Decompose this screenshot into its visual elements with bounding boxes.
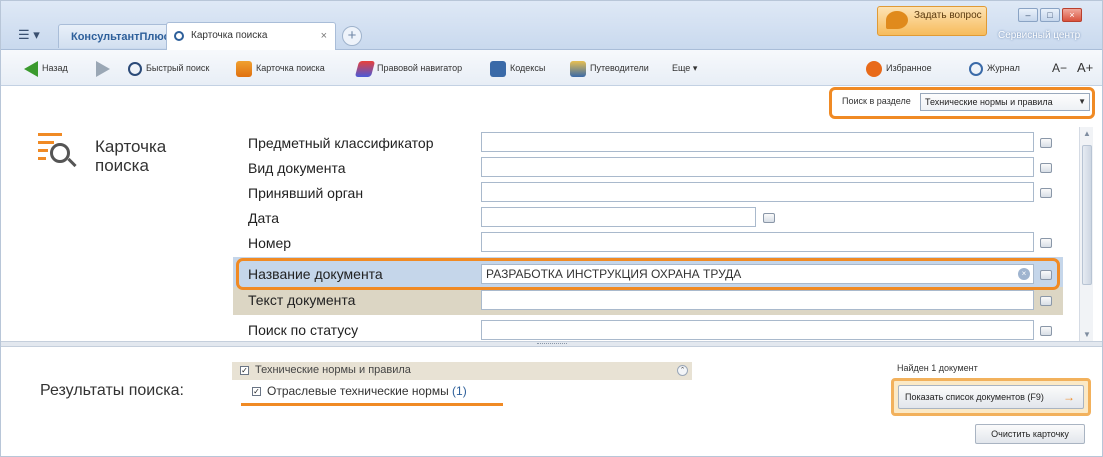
search-section-select[interactable]: Технические нормы и правила ▼ bbox=[920, 93, 1090, 111]
scroll-up-icon[interactable]: ▲ bbox=[1083, 129, 1091, 138]
signpost-icon bbox=[570, 60, 586, 77]
subgroup-count: (1) bbox=[452, 384, 467, 398]
date-picker-icon[interactable] bbox=[763, 213, 775, 223]
doc-type-picker-icon[interactable] bbox=[1040, 163, 1052, 173]
toolbar: Назад Быстрый поиск Карточка поиска Прав… bbox=[0, 50, 1103, 86]
search-card-panel: Поиск в разделе Технические нормы и прав… bbox=[0, 87, 1103, 347]
pane-splitter[interactable] bbox=[0, 341, 1103, 347]
minimize-button[interactable]: – bbox=[1018, 8, 1038, 22]
magnifier-icon bbox=[128, 61, 142, 76]
collapse-group-icon[interactable]: ⌃ bbox=[677, 365, 688, 376]
guides-label: Путеводители bbox=[590, 63, 649, 73]
search-section-label: Поиск в разделе bbox=[842, 96, 911, 106]
back-label: Назад bbox=[42, 63, 68, 73]
results-subgroup-row[interactable]: ✓ Отраслевые технические нормы (1) bbox=[252, 384, 467, 398]
field-label-authority: Принявший орган bbox=[248, 185, 364, 201]
font-larger-button[interactable]: A+ bbox=[1077, 59, 1093, 77]
number-field[interactable] bbox=[481, 232, 1034, 252]
back-arrow-icon bbox=[24, 60, 38, 77]
journal-label: Журнал bbox=[987, 63, 1020, 73]
search-card-logo-icon bbox=[38, 131, 78, 171]
field-label-doc-type: Вид документа bbox=[248, 160, 346, 176]
search-card-label: Карточка поиска bbox=[256, 63, 325, 73]
service-center-link[interactable]: Сервисный центр bbox=[998, 30, 1080, 41]
doc-text-field[interactable] bbox=[481, 290, 1034, 310]
journal-button[interactable]: Журнал bbox=[969, 59, 1020, 77]
main-menu-button[interactable]: ☰ ▾ bbox=[18, 26, 42, 44]
tab-search-card-label: Карточка поиска bbox=[191, 30, 268, 41]
chevron-down-icon: ▼ bbox=[1078, 97, 1086, 106]
legal-navigator-button[interactable]: Правовой навигатор bbox=[354, 59, 463, 77]
consultant-plus-window: ☰ ▾ КонсультантПлюс Карточка поиска × + … bbox=[0, 0, 1103, 457]
tab-close-icon[interactable]: × bbox=[321, 23, 327, 49]
legal-navigator-label: Правовой навигатор bbox=[377, 63, 463, 73]
codex-book-icon bbox=[490, 60, 506, 77]
date-field[interactable] bbox=[481, 207, 756, 227]
group-name: Технические нормы и правила bbox=[255, 364, 411, 376]
scroll-thumb[interactable] bbox=[1082, 145, 1092, 285]
back-button[interactable]: Назад bbox=[24, 59, 68, 77]
favorites-label: Избранное bbox=[886, 63, 932, 73]
quick-search-button[interactable]: Быстрый поиск bbox=[128, 59, 209, 77]
authority-field[interactable] bbox=[481, 182, 1034, 202]
doc-text-picker-icon[interactable] bbox=[1040, 296, 1052, 306]
doc-title-picker-icon[interactable] bbox=[1040, 270, 1052, 280]
navigator-icon bbox=[354, 60, 376, 77]
field-label-classifier: Предметный классификатор bbox=[248, 135, 434, 151]
search-card-tab-icon bbox=[174, 31, 184, 41]
close-window-button[interactable]: × bbox=[1062, 8, 1082, 22]
question-bubble-icon bbox=[886, 11, 908, 29]
arrow-right-icon: → bbox=[1063, 390, 1075, 404]
tab-consultant-plus[interactable]: КонсультантПлюс bbox=[58, 24, 183, 48]
tab-search-card[interactable]: Карточка поиска × bbox=[166, 22, 336, 50]
group-checkbox[interactable]: ✓ bbox=[240, 365, 249, 375]
codes-label: Кодексы bbox=[510, 63, 546, 73]
search-card-button[interactable]: Карточка поиска bbox=[236, 59, 325, 77]
title-bar: ☰ ▾ КонсультантПлюс Карточка поиска × + … bbox=[0, 0, 1103, 50]
star-icon bbox=[866, 60, 882, 77]
subgroup-name: Отраслевые технические нормы bbox=[267, 384, 449, 398]
page-title: Карточка поиска bbox=[95, 137, 167, 175]
subgroup-highlight-underline bbox=[241, 403, 503, 406]
ask-question-label: Задать вопрос bbox=[914, 10, 982, 21]
font-smaller-button[interactable]: A− bbox=[1052, 59, 1067, 77]
subgroup-checkbox[interactable]: ✓ bbox=[252, 387, 261, 397]
number-picker-icon[interactable] bbox=[1040, 238, 1052, 248]
results-group-label: ✓ Технические нормы и правила bbox=[240, 364, 411, 376]
card-scrollbar[interactable]: ▲ ▼ bbox=[1079, 127, 1093, 341]
new-tab-button[interactable]: + bbox=[342, 26, 362, 46]
quick-search-label: Быстрый поиск bbox=[146, 63, 210, 73]
search-card-icon bbox=[236, 60, 252, 77]
more-menu-button[interactable]: Еще ▾ bbox=[672, 59, 697, 77]
status-picker-icon[interactable] bbox=[1040, 326, 1052, 336]
results-group-row[interactable]: ✓ Технические нормы и правила ⌃ bbox=[232, 362, 692, 380]
search-section-value: Технические нормы и правила bbox=[925, 97, 1053, 107]
results-title: Результаты поиска: bbox=[40, 382, 184, 399]
classifier-field[interactable] bbox=[481, 132, 1034, 152]
found-count-text: Найден 1 документ bbox=[897, 363, 978, 373]
field-label-status: Поиск по статусу bbox=[248, 322, 359, 338]
forward-button[interactable] bbox=[96, 59, 114, 77]
show-document-list-button[interactable]: Показать список документов (F9) → bbox=[898, 385, 1084, 409]
doc-title-highlight bbox=[236, 258, 1060, 290]
field-label-number: Номер bbox=[248, 235, 292, 251]
field-label-doc-text: Текст документа bbox=[248, 292, 356, 308]
guides-button[interactable]: Путеводители bbox=[570, 59, 649, 77]
scroll-down-icon[interactable]: ▼ bbox=[1083, 330, 1091, 339]
clear-card-button[interactable]: Очистить карточку bbox=[975, 424, 1085, 444]
field-label-date: Дата bbox=[248, 210, 280, 226]
ask-question-button[interactable]: Задать вопрос bbox=[877, 6, 987, 36]
doc-type-field[interactable] bbox=[481, 157, 1034, 177]
status-field[interactable] bbox=[481, 320, 1034, 340]
favorites-button[interactable]: Избранное bbox=[866, 59, 932, 77]
show-list-label: Показать список документов (F9) bbox=[905, 392, 1044, 402]
forward-arrow-icon bbox=[96, 60, 110, 77]
results-panel: Результаты поиска: ✓ Технические нормы и … bbox=[0, 348, 1103, 457]
history-clock-icon bbox=[969, 61, 983, 76]
classifier-picker-icon[interactable] bbox=[1040, 138, 1052, 148]
authority-picker-icon[interactable] bbox=[1040, 188, 1052, 198]
codes-button[interactable]: Кодексы bbox=[490, 59, 545, 77]
maximize-button[interactable]: □ bbox=[1040, 8, 1060, 22]
splitter-grip-icon[interactable] bbox=[537, 343, 567, 345]
